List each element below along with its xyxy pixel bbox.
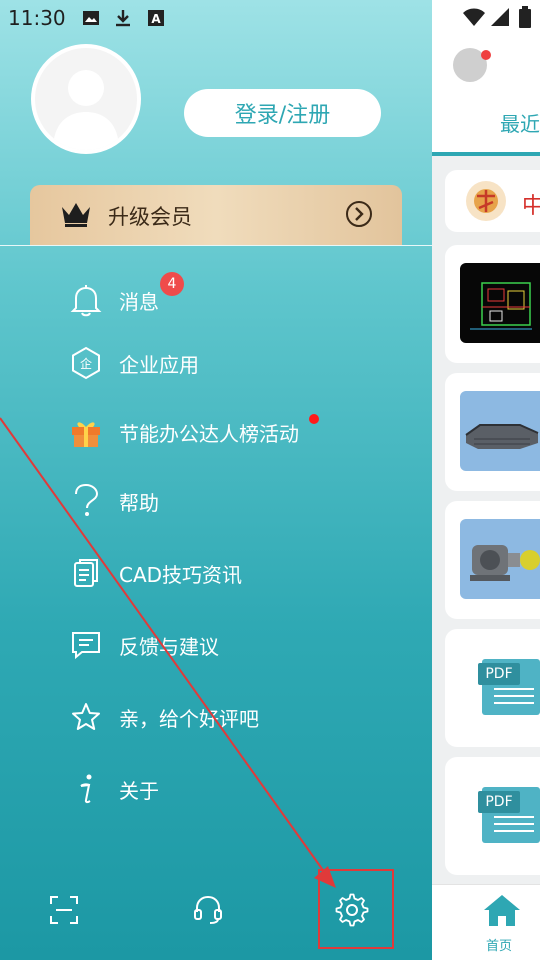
annotation-arrow [0,417,336,888]
annotation-highlight-box [318,869,394,949]
